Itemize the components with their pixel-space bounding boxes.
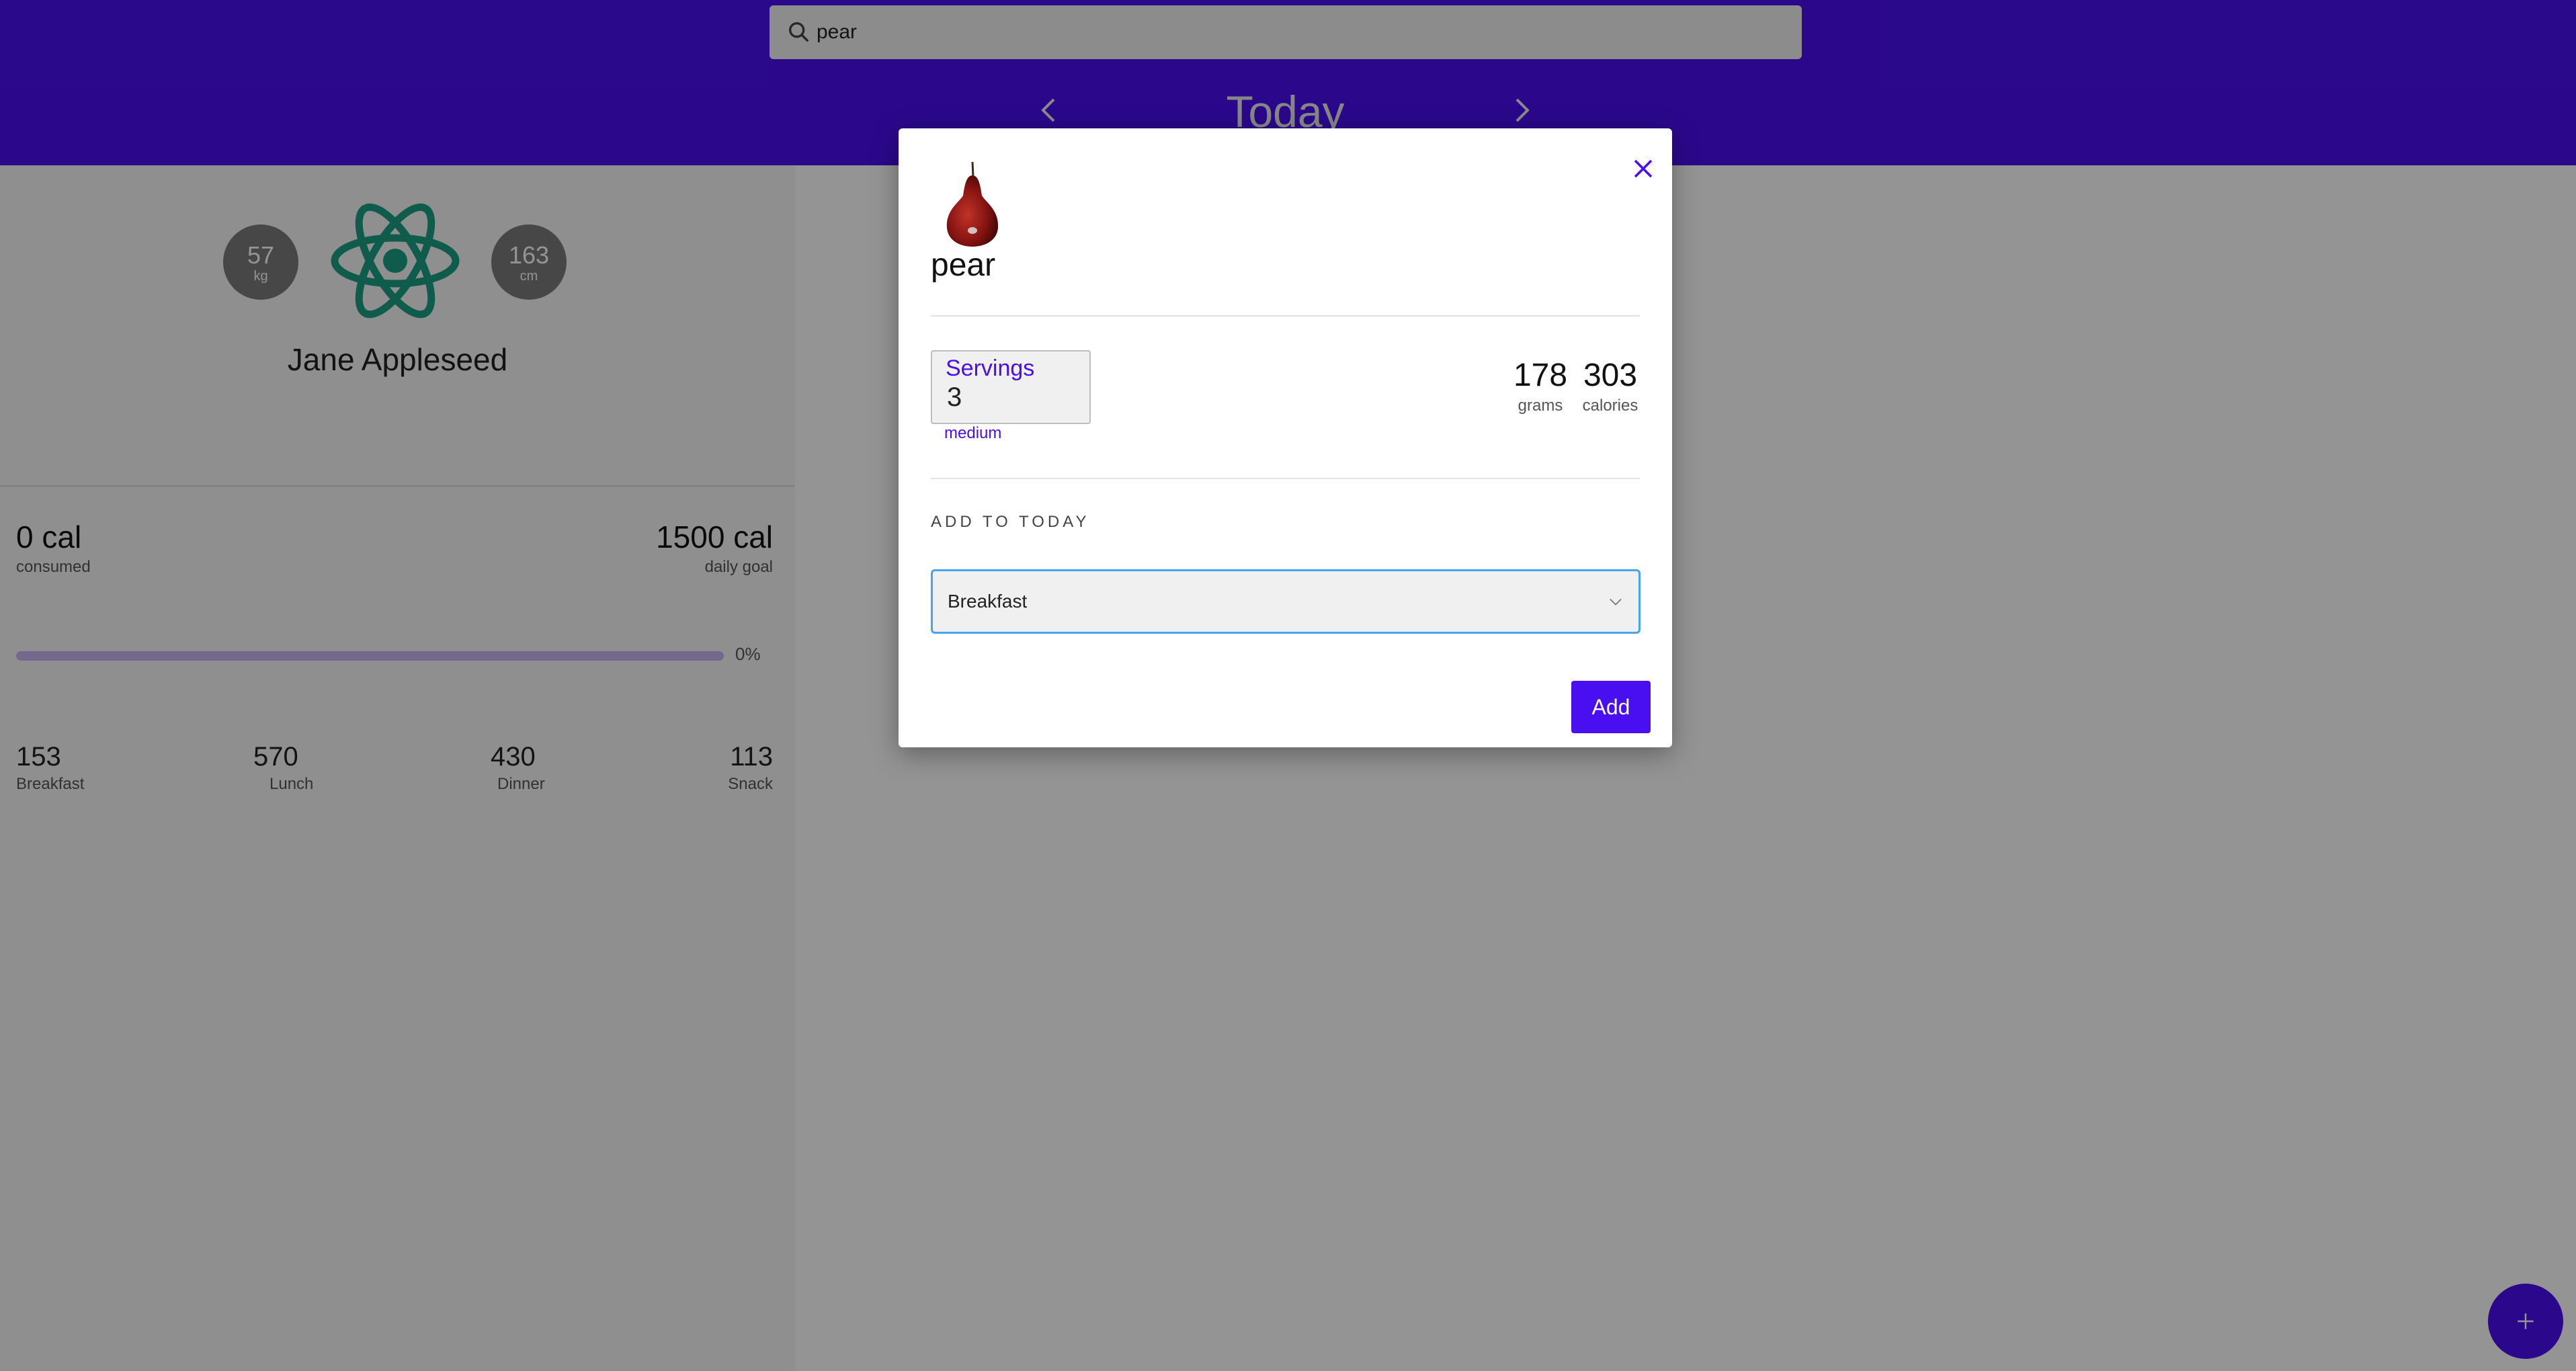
servings-label: Servings: [946, 356, 1035, 381]
add-button[interactable]: Add: [1571, 681, 1651, 733]
close-icon[interactable]: [1627, 153, 1659, 185]
meal-select[interactable]: Breakfast: [931, 569, 1640, 634]
grams-label: grams: [1518, 397, 1563, 415]
divider: [931, 315, 1640, 317]
food-name: pear: [931, 247, 996, 283]
servings-input[interactable]: 3: [947, 382, 962, 413]
calories-metric: 303 calories: [1577, 357, 1644, 415]
chevron-down-icon: [1610, 598, 1622, 606]
food-detail-dialog: pear Servings 3 medium 178 grams 303 cal…: [899, 128, 1672, 747]
grams-metric: 178 grams: [1511, 357, 1570, 415]
grams-value: 178: [1513, 358, 1568, 393]
pear-image: [946, 161, 999, 247]
add-to-today-heading: ADD TO TODAY: [931, 513, 1090, 531]
calories-value: 303: [1583, 358, 1638, 393]
divider: [931, 478, 1640, 479]
servings-field[interactable]: Servings 3: [931, 350, 1091, 424]
serving-unit: medium: [944, 424, 1002, 442]
meal-select-value: Breakfast: [948, 591, 1028, 612]
calories-label: calories: [1582, 397, 1638, 415]
